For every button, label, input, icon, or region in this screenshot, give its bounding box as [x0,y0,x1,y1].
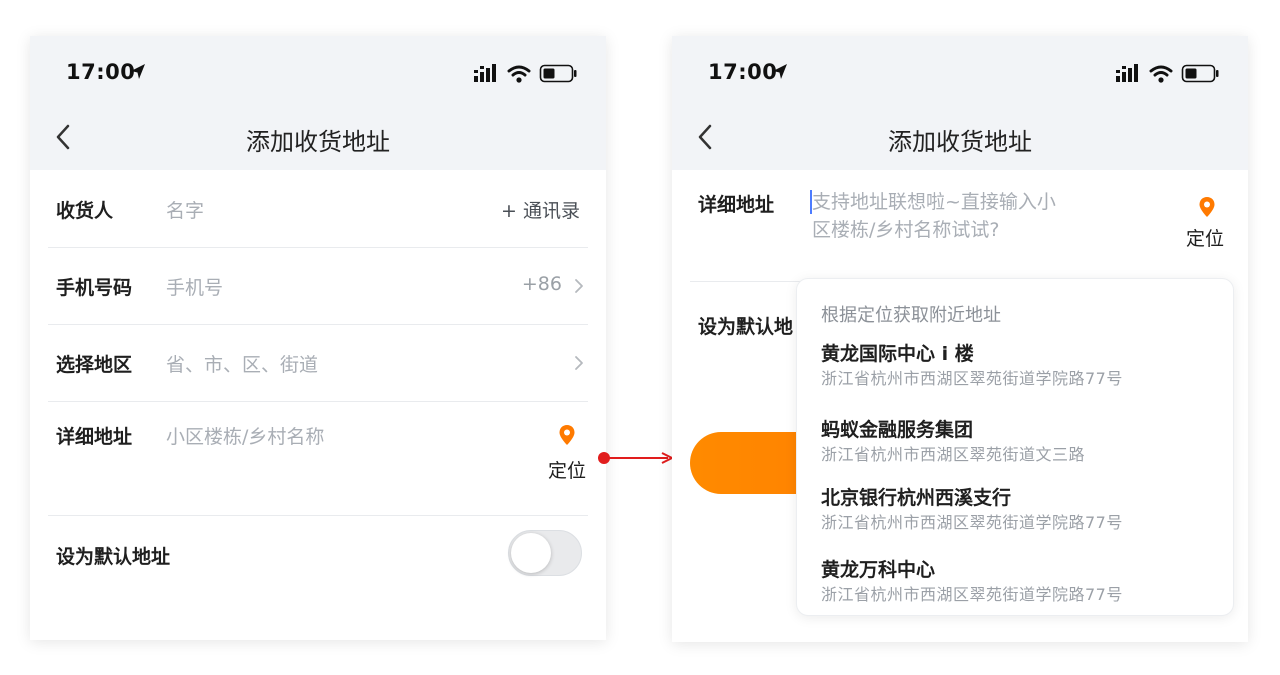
region-row[interactable]: 选择地区 省、市、区、街道 [48,325,588,402]
suggestion-item[interactable]: 黄龙国际中心 i 楼 浙江省杭州市西湖区翠苑街道学院路77号 [821,341,1123,391]
chevron-right-icon [575,279,583,293]
detail-address-input[interactable]: 小区楼栋/乡村名称 [166,422,324,449]
region-label: 选择地区 [56,354,133,376]
default-address-toggle[interactable] [508,530,582,576]
placeholder-line: 支持地址联想啦~直接输入小 [812,191,1056,213]
wifi-icon [507,65,531,83]
header: 17:00 添加收货地址 [30,36,606,170]
detail-address-label: 详细地址 [698,194,775,216]
region-selector[interactable]: 省、市、区、街道 [166,350,318,377]
suggestion-address: 浙江省杭州市西湖区翠苑街道学院路77号 [821,369,1123,388]
signal-icon [474,64,496,82]
suggestion-name: 黄龙万科中心 [821,559,936,581]
phone-input[interactable]: 手机号 [166,273,223,300]
status-icons [474,64,577,83]
suggestion-name: 黄龙国际中心 i 楼 [821,343,974,365]
suggestion-item[interactable]: 北京银行杭州西溪支行 浙江省杭州市西湖区翠苑街道学院路77号 [821,485,1123,535]
status-icons [1116,64,1219,83]
suggestion-address: 浙江省杭州市西湖区翠苑街道文三路 [821,445,1086,464]
location-arrow-icon [773,64,787,79]
header: 17:00 添加收货地址 [672,36,1248,170]
suggestion-item[interactable]: 黄龙万科中心 浙江省杭州市西湖区翠苑街道学院路77号 [821,557,1123,607]
receiver-row[interactable]: 收货人 名字 + 通讯录 [48,170,588,248]
chevron-right-icon [575,356,583,370]
phone-screen-left: 17:00 添加收货地址 收货人 名字 + 通讯录 手机号码 手机号 +86 选… [30,36,606,640]
phone-screen-right: 17:00 添加收货地址 详细地址 支持地址联想啦~直接输入小 区楼栋/乡村名称… [672,36,1248,642]
locate-button[interactable]: 定位 [1186,224,1224,251]
signal-icon [1116,64,1138,82]
detail-address-row[interactable]: 详细地址 小区楼栋/乡村名称 定位 [48,402,588,516]
status-time: 17:00 [66,60,136,84]
receiver-input[interactable]: 名字 [166,196,204,223]
dropdown-header: 根据定位获取附近地址 [821,305,1001,326]
locate-button[interactable]: 定位 [548,456,586,483]
country-code-selector[interactable]: +86 [522,273,562,295]
detail-address-input[interactable]: 支持地址联想啦~直接输入小 区楼栋/乡村名称试试? [812,188,1112,244]
phone-label: 手机号码 [56,277,133,299]
page-title: 添加收货地址 [888,128,1032,156]
suggestion-item[interactable]: 蚂蚁金融服务集团 浙江省杭州市西湖区翠苑街道文三路 [821,417,1085,467]
battery-icon [1181,64,1219,83]
address-suggestion-dropdown: 根据定位获取附近地址 黄龙国际中心 i 楼 浙江省杭州市西湖区翠苑街道学院路77… [796,278,1234,616]
location-pin-icon[interactable] [558,424,576,446]
default-address-label: 设为默认地 [698,316,794,338]
page-title: 添加收货地址 [246,128,390,156]
status-time: 17:00 [708,60,778,84]
wifi-icon [1149,65,1173,83]
receiver-label: 收货人 [56,200,114,222]
suggestion-name: 蚂蚁金融服务集团 [821,419,974,441]
detail-address-label: 详细地址 [56,426,133,448]
default-address-label: 设为默认地址 [56,546,171,568]
suggestion-name: 北京银行杭州西溪支行 [821,487,1012,509]
transition-arrow [598,452,675,464]
phone-row[interactable]: 手机号码 手机号 +86 [48,248,588,325]
location-pin-icon[interactable] [1198,196,1216,218]
battery-icon [539,64,577,83]
location-arrow-icon [131,64,145,79]
suggestion-address: 浙江省杭州市西湖区翠苑街道学院路77号 [821,585,1123,604]
contacts-button[interactable]: + 通讯录 [501,196,580,223]
suggestion-address: 浙江省杭州市西湖区翠苑街道学院路77号 [821,513,1123,532]
placeholder-line: 区楼栋/乡村名称试试? [812,219,1000,241]
toggle-knob [511,533,551,573]
